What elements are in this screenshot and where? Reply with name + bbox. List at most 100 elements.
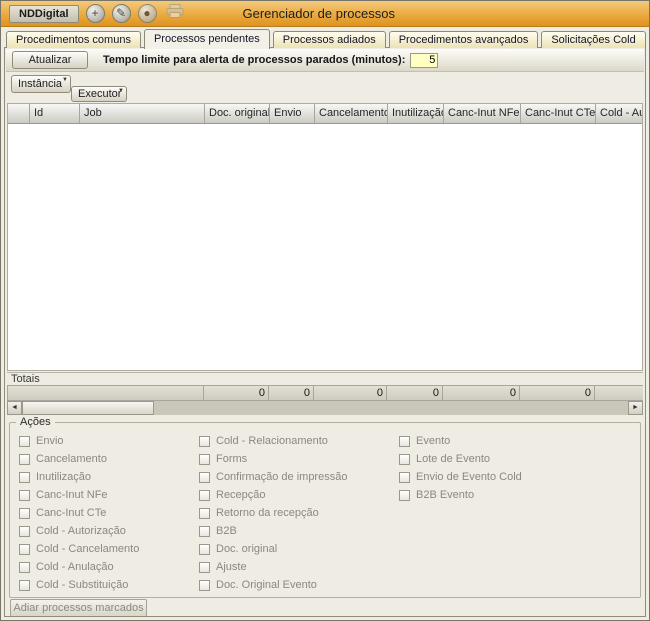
checkbox-box[interactable] <box>19 436 30 447</box>
actions-column-1: Envio Cancelamento Inutilização Canc-Inu… <box>19 432 209 594</box>
totals-label: Totais <box>7 372 643 385</box>
process-grid: Id Job Doc. original Envio Cancelamento … <box>7 103 643 371</box>
checkbox-box[interactable] <box>19 544 30 555</box>
scroll-thumb[interactable] <box>22 401 154 415</box>
checkbox-box[interactable] <box>19 508 30 519</box>
edit-icon[interactable]: ✎ <box>112 4 131 23</box>
timeout-input[interactable] <box>410 53 438 68</box>
scroll-right-button[interactable]: ► <box>628 401 643 415</box>
checkbox-box[interactable] <box>199 472 210 483</box>
checkbox-envio-evento-cold[interactable]: Envio de Evento Cold <box>399 468 589 486</box>
atualizar-button[interactable]: Atualizar <box>12 51 88 69</box>
grid-body <box>8 124 642 370</box>
actions-groupbox: Ações Envio Cancelamento Inutilização Ca… <box>9 422 641 598</box>
checkbox-box[interactable] <box>199 580 210 591</box>
checkbox-box[interactable] <box>399 436 410 447</box>
checkbox-cold-substituicao[interactable]: Cold - Substituição <box>19 576 209 594</box>
add-icon[interactable]: + <box>86 4 105 23</box>
total-cell-doc-original: 0 <box>204 385 269 401</box>
checkbox-cancelamento[interactable]: Cancelamento <box>19 450 209 468</box>
grid-header-row: Id Job Doc. original Envio Cancelamento … <box>8 104 642 124</box>
checkbox-b2b[interactable]: B2B <box>199 522 389 540</box>
checkbox-ajuste[interactable]: Ajuste <box>199 558 389 576</box>
checkbox-box[interactable] <box>199 454 210 465</box>
timeout-label: Tempo limite para alerta de processos pa… <box>103 54 405 66</box>
checkbox-box[interactable] <box>199 562 210 573</box>
column-header-job[interactable]: Job <box>80 104 205 123</box>
checkbox-box[interactable] <box>19 454 30 465</box>
total-cell-cancelamento: 0 <box>314 385 387 401</box>
checkbox-confirmacao-impressao[interactable]: Confirmação de impressão <box>199 468 389 486</box>
checkbox-canc-inut-nfe[interactable]: Canc-Inut NFe <box>19 486 209 504</box>
checkbox-box[interactable] <box>199 544 210 555</box>
instancia-label: Instância <box>18 78 62 90</box>
actions-column-3: Evento Lote de Evento Envio de Evento Co… <box>399 432 589 504</box>
checkbox-box[interactable] <box>399 454 410 465</box>
checkbox-doc-original-evento[interactable]: Doc. Original Evento <box>199 576 389 594</box>
title-bar: NDDigital + ✎ ● Gerenciador de processos <box>1 1 649 27</box>
checkbox-box[interactable] <box>199 436 210 447</box>
checkbox-retorno-recepcao[interactable]: Retorno da recepção <box>199 504 389 522</box>
column-header-doc-original[interactable]: Doc. original <box>205 104 270 123</box>
scroll-left-button[interactable]: ◄ <box>7 401 22 415</box>
tab-processos-adiados[interactable]: Processos adiados <box>273 31 386 48</box>
checkbox-box[interactable] <box>19 580 30 591</box>
execute-icon[interactable]: ● <box>138 4 157 23</box>
checkbox-cold-autorizacao[interactable]: Cold - Autorização <box>19 522 209 540</box>
checkbox-box[interactable] <box>199 526 210 537</box>
total-cell-canc-inut-cte: 0 <box>520 385 595 401</box>
checkbox-cold-relacionamento[interactable]: Cold - Relacionamento <box>199 432 389 450</box>
checkbox-b2b-evento[interactable]: B2B Evento <box>399 486 589 504</box>
total-cell-spacer <box>7 385 204 401</box>
checkbox-canc-inut-cte[interactable]: Canc-Inut CTe <box>19 504 209 522</box>
content-panel: Atualizar Tempo limite para alerta de pr… <box>4 47 646 617</box>
app-window: NDDigital + ✎ ● Gerenciador de processos… <box>0 0 650 621</box>
total-cell-envio: 0 <box>269 385 314 401</box>
print-icon[interactable] <box>166 4 184 23</box>
total-cell-cold-autorizacao: 0 <box>595 385 643 401</box>
checkbox-evento[interactable]: Evento <box>399 432 589 450</box>
tab-strip: Procedimentos comuns Processos pendentes… <box>6 28 644 48</box>
tab-procedimentos-comuns[interactable]: Procedimentos comuns <box>6 31 141 48</box>
checkbox-cold-cancelamento[interactable]: Cold - Cancelamento <box>19 540 209 558</box>
scroll-track[interactable] <box>154 401 628 415</box>
checkbox-doc-original[interactable]: Doc. original <box>199 540 389 558</box>
checkbox-box[interactable] <box>399 490 410 501</box>
column-header-canc-inut-nfe[interactable]: Canc-Inut NFe <box>444 104 521 123</box>
checkbox-box[interactable] <box>19 490 30 501</box>
column-header-cold-autorizacao[interactable]: Cold - Autori <box>596 104 643 123</box>
actions-title: Ações <box>16 416 55 428</box>
checkbox-envio[interactable]: Envio <box>19 432 209 450</box>
horizontal-scrollbar: ◄ ► <box>7 401 643 415</box>
totals-row: 0 0 0 0 0 0 0 <box>7 385 643 401</box>
total-cell-canc-inut-nfe: 0 <box>443 385 520 401</box>
checkbox-box[interactable] <box>199 490 210 501</box>
executor-label: Executor <box>78 88 121 100</box>
brand-button[interactable]: NDDigital <box>9 5 79 23</box>
checkbox-box[interactable] <box>19 526 30 537</box>
checkbox-box[interactable] <box>399 472 410 483</box>
tab-solicitacoes-cold[interactable]: Solicitações Cold <box>541 31 645 48</box>
column-header-envio[interactable]: Envio <box>270 104 315 123</box>
executor-dropdown-button[interactable]: Executor ▼ <box>71 86 127 102</box>
checkbox-forms[interactable]: Forms <box>199 450 389 468</box>
toolbar: Atualizar Tempo limite para alerta de pr… <box>6 49 644 72</box>
checkbox-recepcao[interactable]: Recepção <box>199 486 389 504</box>
tab-processos-pendentes[interactable]: Processos pendentes <box>144 29 270 49</box>
instancia-dropdown-button[interactable]: Instância ▼ <box>11 75 71 93</box>
page-title: Gerenciador de processos <box>243 6 395 21</box>
checkbox-cold-anulacao[interactable]: Cold - Anulação <box>19 558 209 576</box>
column-header-canc-inut-cte[interactable]: Canc-Inut CTe <box>521 104 596 123</box>
checkbox-box[interactable] <box>199 508 210 519</box>
grid-corner-cell <box>8 104 30 123</box>
column-header-id[interactable]: Id <box>30 104 80 123</box>
checkbox-lote-de-evento[interactable]: Lote de Evento <box>399 450 589 468</box>
chevron-down-icon: ▼ <box>62 77 68 83</box>
tab-procedimentos-avancados[interactable]: Procedimentos avançados <box>389 31 539 48</box>
checkbox-inutilizacao[interactable]: Inutilização <box>19 468 209 486</box>
adiar-processos-button[interactable]: Adiar processos marcados <box>10 599 147 617</box>
column-header-cancelamento[interactable]: Cancelamento <box>315 104 388 123</box>
column-header-inutilizacao[interactable]: Inutilização <box>388 104 444 123</box>
checkbox-box[interactable] <box>19 562 30 573</box>
checkbox-box[interactable] <box>19 472 30 483</box>
